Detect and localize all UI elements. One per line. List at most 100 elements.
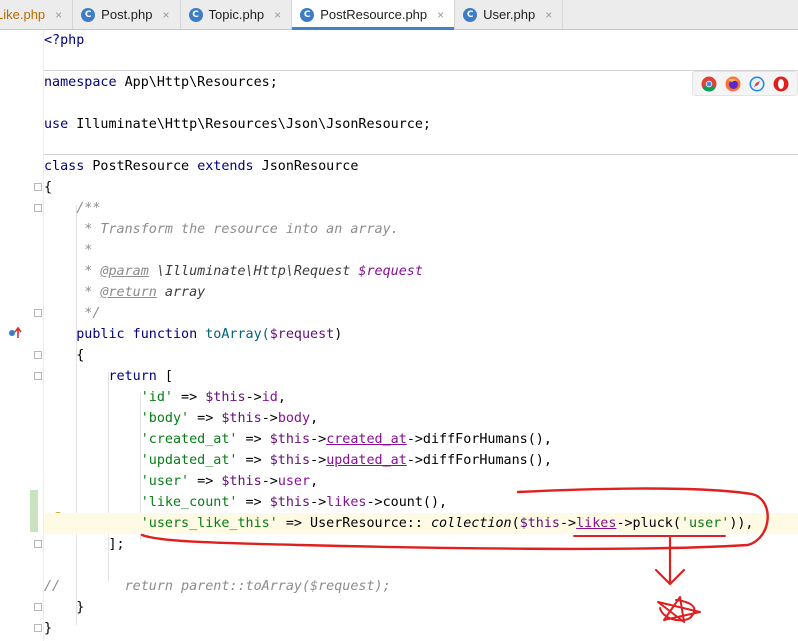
- fold-marker-icon[interactable]: [34, 603, 42, 611]
- this-var: $this: [205, 390, 246, 405]
- editor-gutter: [0, 30, 44, 641]
- keyword: return: [108, 369, 157, 384]
- browser-preview-bar: [692, 71, 798, 96]
- import-path: Illuminate\Http\Resources\Json\JsonResou…: [68, 117, 431, 132]
- tab-post-php[interactable]: C Post.php ×: [73, 0, 181, 29]
- code-line: return [: [44, 366, 798, 387]
- firefox-icon[interactable]: [725, 76, 741, 92]
- fold-marker-icon[interactable]: [34, 204, 42, 212]
- fold-marker-icon[interactable]: [34, 351, 42, 359]
- this-var: $this: [221, 474, 262, 489]
- code-line: class PostResource extends JsonResource: [44, 156, 798, 177]
- close-icon[interactable]: ×: [163, 8, 170, 22]
- operator: ->: [560, 516, 577, 531]
- tab-topic-php[interactable]: C Topic.php ×: [181, 0, 293, 29]
- tab-user-php[interactable]: C User.php ×: [455, 0, 564, 29]
- code-line: ];: [44, 534, 798, 555]
- bracket: [: [156, 369, 173, 384]
- code-line: * @return array: [44, 282, 798, 303]
- code-line: use Illuminate\Http\Resources\Json\JsonR…: [44, 114, 798, 135]
- doc-tag: @param: [100, 264, 149, 279]
- function-name: toArray(: [197, 327, 270, 342]
- code-line: public function toArray($request): [44, 324, 798, 345]
- tab-label: Post.php: [101, 7, 153, 22]
- tab-postresource-php[interactable]: C PostResource.php ×: [292, 0, 456, 30]
- property: likes: [326, 495, 367, 510]
- keyword: public: [76, 327, 125, 342]
- doc-tag: @return: [100, 285, 157, 300]
- paren: )),: [729, 516, 754, 531]
- bracket: ];: [108, 537, 125, 552]
- paren: ): [334, 327, 343, 342]
- brace: {: [44, 180, 53, 195]
- vcs-change-marker: [30, 490, 38, 532]
- close-icon[interactable]: ×: [274, 8, 281, 22]
- paren: (: [511, 516, 520, 531]
- tab-like-php[interactable]: Like.php ×: [0, 0, 74, 29]
- code-line: }: [44, 618, 798, 639]
- code-line: {: [44, 345, 798, 366]
- opera-icon[interactable]: [773, 76, 789, 92]
- tab-label: PostResource.php: [320, 7, 428, 22]
- close-icon[interactable]: ×: [545, 8, 552, 22]
- property: likes: [576, 516, 617, 531]
- fold-marker-icon[interactable]: [34, 372, 42, 380]
- array-key: 'user': [140, 474, 190, 489]
- code-line: 'like_count' => $this->likes->count(),: [44, 492, 798, 513]
- code-line: 'user' => $this->user,: [44, 471, 798, 492]
- tab-label: Topic.php: [208, 7, 265, 22]
- fold-marker-icon[interactable]: [34, 540, 42, 548]
- string-arg: 'user': [680, 516, 730, 531]
- editor-tab-bar: Like.php × C Post.php × C Topic.php × C …: [0, 0, 798, 30]
- operator: ->: [310, 495, 327, 510]
- method-call: ->pluck(: [616, 516, 681, 531]
- code-line: 'updated_at' => $this->updated_at->diffF…: [44, 450, 798, 471]
- class-name: PostResource: [84, 159, 198, 174]
- this-var: $this: [519, 516, 560, 531]
- doc-comment: * Transform the resource into an array.: [76, 222, 399, 237]
- keyword: function: [124, 327, 198, 342]
- close-icon[interactable]: ×: [55, 8, 62, 22]
- php-class-icon: C: [81, 7, 96, 22]
- fold-marker-icon[interactable]: [34, 309, 42, 317]
- fold-marker-icon[interactable]: [34, 183, 42, 191]
- override-marker-icon[interactable]: [8, 326, 22, 340]
- code-line: * Transform the resource into an array.: [44, 219, 798, 240]
- property: created_at: [326, 432, 407, 447]
- code-line: }: [44, 597, 798, 618]
- method-call: ->count(),: [366, 495, 448, 510]
- code-line: */: [44, 303, 798, 324]
- operator: ->: [245, 390, 262, 405]
- operator: ->: [310, 453, 327, 468]
- line-comment: //: [44, 579, 61, 594]
- this-var: $this: [269, 453, 311, 468]
- array-key: 'created_at': [140, 432, 238, 447]
- doc-type: array: [156, 285, 206, 300]
- parameter: $request: [269, 327, 335, 342]
- operator: ->: [310, 432, 327, 447]
- fold-marker-icon[interactable]: [34, 624, 42, 632]
- chrome-icon[interactable]: [701, 76, 717, 92]
- doc-comment: *: [76, 264, 101, 279]
- safari-icon[interactable]: [749, 76, 765, 92]
- code-line: {: [44, 177, 798, 198]
- arrow: =>: [189, 411, 222, 426]
- keyword: class: [44, 159, 85, 174]
- brace: {: [76, 348, 85, 363]
- code-line: * @param \Illuminate\Http\Request $reque…: [44, 261, 798, 282]
- code-editor[interactable]: <?php namespace App\Http\Resources; use …: [44, 30, 798, 641]
- php-class-icon: C: [188, 7, 203, 22]
- keyword: extends: [197, 159, 254, 174]
- comma: ,: [277, 390, 286, 405]
- close-icon[interactable]: ×: [437, 8, 444, 22]
- keyword: namespace: [44, 75, 117, 90]
- arrow: =>: [237, 432, 270, 447]
- array-key: 'like_count': [140, 495, 238, 510]
- property: body: [277, 411, 311, 426]
- method-call: ->diffForHumans(),: [406, 453, 552, 468]
- property: id: [261, 390, 278, 405]
- parent-class: JsonResource: [253, 159, 359, 174]
- doc-comment: *: [76, 243, 93, 258]
- comma: ,: [310, 474, 319, 489]
- keyword: use: [44, 117, 69, 132]
